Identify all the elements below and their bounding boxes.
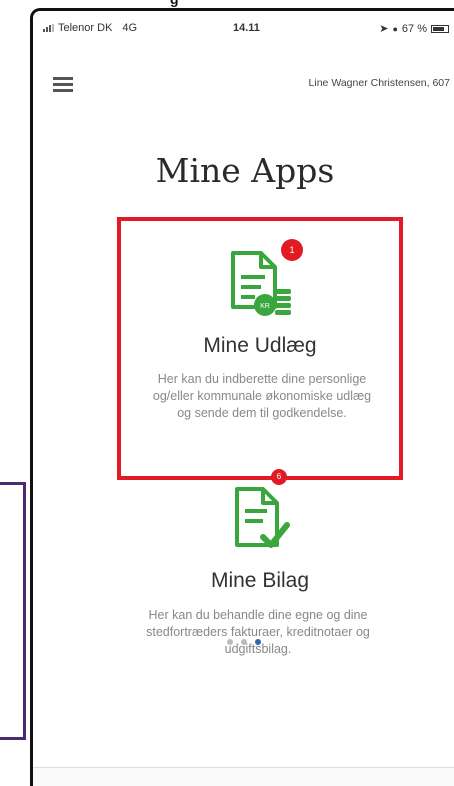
notification-badge: 6 <box>271 469 287 485</box>
page-dot[interactable] <box>227 639 233 645</box>
status-bar: Telenor DK 4G 14.11 ➤ ● 67 % <box>33 11 454 49</box>
page-indicator[interactable] <box>227 639 261 645</box>
carrier-label: Telenor DK <box>58 22 113 34</box>
app-description: Her kan du behandle dine egne og dine st… <box>146 608 370 656</box>
alarm-icon: ● <box>392 23 398 34</box>
hamburger-menu-icon[interactable] <box>53 77 73 93</box>
document-kr-coins-icon: KR <box>227 249 293 324</box>
phone-screen: Telenor DK 4G 14.11 ➤ ● 67 % Line Wagner… <box>30 8 454 786</box>
side-annotation-box <box>0 482 26 740</box>
status-time: 14.11 <box>233 22 260 34</box>
app-card-mine-bilag[interactable]: 6 Mine Bilag Her kan du behandle dine eg… <box>117 469 403 681</box>
app-title: Mine Udlæg <box>203 334 317 357</box>
app-card-mine-udlaeg[interactable]: KR 1 Mine Udlæg Her kan du indberette di… <box>117 217 403 480</box>
top-strip: g <box>0 0 454 8</box>
kr-label: KR <box>260 303 270 310</box>
page-dot[interactable] <box>241 639 247 645</box>
app-title: Mine Bilag <box>210 569 310 592</box>
notification-badge: 1 <box>281 239 303 261</box>
document-checkmark-icon <box>227 485 293 556</box>
status-left: Telenor DK 4G <box>43 22 137 34</box>
signal-icon <box>43 24 54 32</box>
user-name: Line Wagner Christensen, 607 <box>308 77 450 89</box>
network-label: 4G <box>122 22 138 34</box>
location-arrow-icon: ➤ <box>379 23 389 35</box>
page-title: Mine Apps <box>155 151 335 190</box>
page-dot-active[interactable] <box>255 639 261 645</box>
battery-percent: 67 % <box>401 22 427 35</box>
bottom-bar <box>33 767 454 786</box>
top-caption: g <box>170 0 179 7</box>
battery-icon <box>431 24 449 33</box>
app-description: Her kan du indberette dine personlige og… <box>152 372 372 420</box>
status-right: ➤ ● 67 % <box>379 22 449 35</box>
